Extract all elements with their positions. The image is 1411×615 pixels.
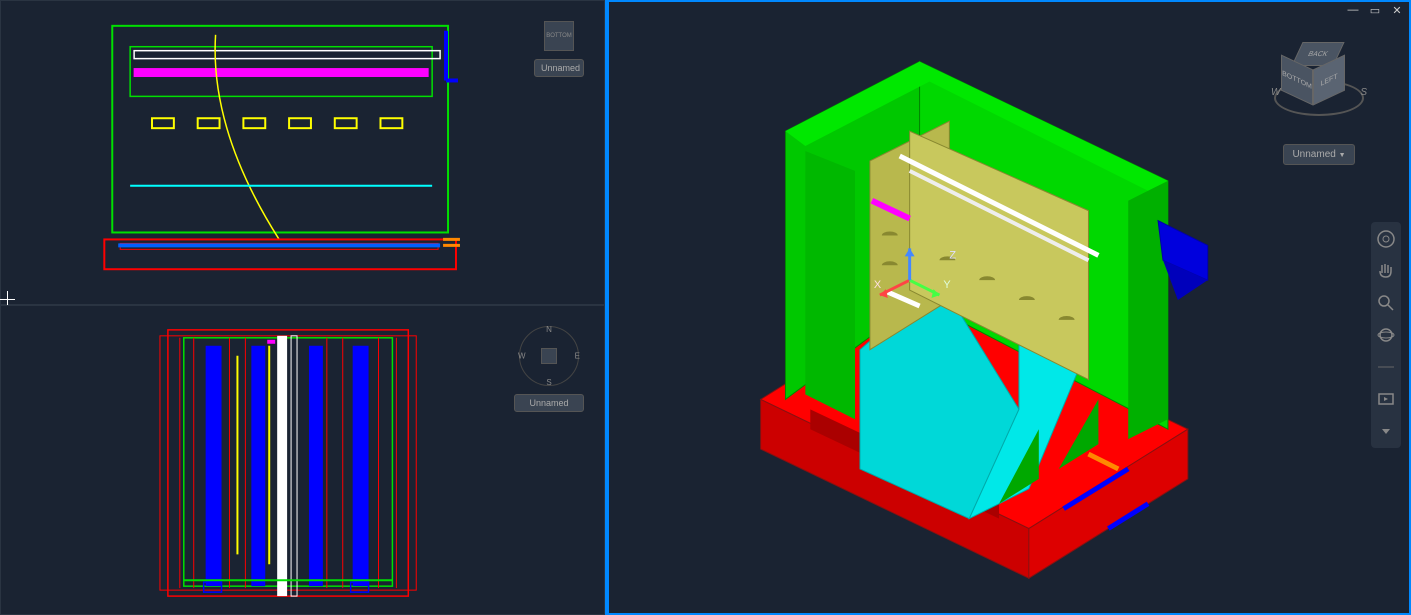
viewcube-front[interactable]: BOTTOM Unnamed	[534, 21, 584, 71]
steering-wheel-icon[interactable]	[1375, 228, 1397, 250]
viewport-front[interactable]: BOTTOM Unnamed	[0, 0, 605, 305]
left-panel: BOTTOM Unnamed	[0, 0, 607, 615]
minimize-icon[interactable]: —	[1347, 4, 1359, 16]
viewport-3d[interactable]: — ▭ ✕	[607, 0, 1411, 615]
compass-east[interactable]: E	[575, 352, 580, 361]
viewcube-3d[interactable]: BACK BOTTOM LEFT W S Unnamed ▼	[1269, 42, 1369, 142]
cube-face-label: BOTTOM	[546, 33, 572, 39]
app-container: BOTTOM Unnamed	[0, 0, 1411, 615]
divider-icon	[1375, 356, 1397, 378]
view-label-text: Unnamed	[541, 63, 580, 73]
maximize-icon[interactable]: ▭	[1369, 4, 1381, 16]
viewcube-face[interactable]: BOTTOM	[544, 21, 574, 51]
pan-icon[interactable]	[1375, 260, 1397, 282]
viewport-top[interactable]: N S E W Unnamed	[0, 305, 605, 615]
view-label-button[interactable]: Unnamed	[534, 59, 584, 77]
ring-west[interactable]: W	[1271, 87, 1280, 98]
compass-west[interactable]: W	[518, 352, 526, 361]
compass-widget[interactable]: N S E W Unnamed	[514, 326, 584, 396]
chevron-down-icon: ▼	[1339, 152, 1346, 159]
view-label-text: Unnamed	[529, 398, 568, 408]
svg-text:Z: Z	[949, 249, 956, 261]
orbit-icon[interactable]	[1375, 324, 1397, 346]
close-icon[interactable]: ✕	[1391, 4, 1403, 16]
compass-ring[interactable]: N S E W	[519, 326, 579, 386]
view-label-button[interactable]: Unnamed	[514, 394, 584, 412]
ring-south[interactable]: S	[1360, 87, 1367, 98]
zoom-icon[interactable]	[1375, 292, 1397, 314]
window-controls: — ▭ ✕	[1347, 4, 1403, 16]
navigation-bar	[1371, 222, 1401, 448]
show-motion-icon[interactable]	[1375, 388, 1397, 410]
compass-center[interactable]	[541, 348, 557, 364]
view-label-button[interactable]: Unnamed ▼	[1283, 144, 1354, 165]
svg-text:Y: Y	[943, 279, 951, 291]
compass-south[interactable]: S	[546, 378, 551, 387]
svg-text:X: X	[874, 279, 882, 291]
compass-north[interactable]: N	[546, 325, 552, 334]
view-label-text: Unnamed	[1292, 149, 1335, 160]
viewcube-cube[interactable]: BACK BOTTOM LEFT W S	[1279, 42, 1359, 122]
front-view-drawing	[1, 1, 604, 304]
expand-icon[interactable]	[1375, 420, 1397, 442]
